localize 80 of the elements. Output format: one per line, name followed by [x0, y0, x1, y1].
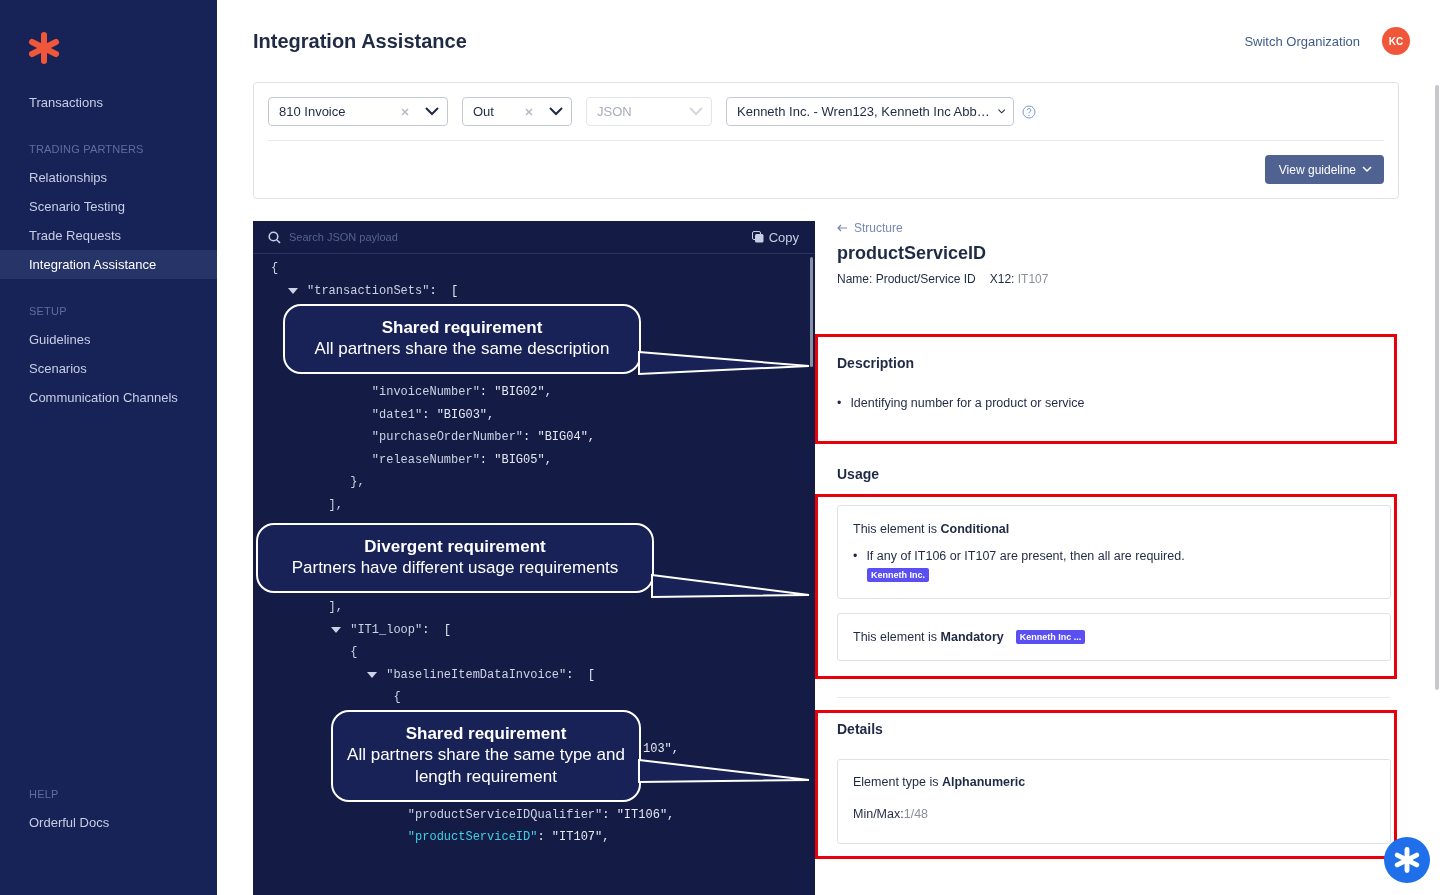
partner-tag: Kenneth Inc ...	[1015, 630, 1086, 644]
element-name: Name: Product/Service ID	[837, 272, 976, 286]
chevron-down-icon	[997, 107, 1005, 116]
copy-icon	[751, 231, 764, 243]
section-heading: HELP	[28, 788, 60, 800]
structure-link[interactable]: Structure	[837, 221, 1397, 235]
chevron-down-icon	[1362, 166, 1372, 173]
code-line: {	[392, 689, 402, 707]
nav-item[interactable]: Integration Assistance	[0, 250, 217, 279]
scrollbar[interactable]	[810, 257, 813, 367]
callout-text: All partners share the same description	[314, 338, 610, 360]
callout-title: Shared requirement	[405, 723, 567, 744]
section-heading: TRADING PARTNERS	[28, 143, 145, 155]
usage-statement: This element is Conditional	[853, 522, 1011, 536]
code-line: },	[349, 474, 366, 492]
element-title: productServiceID	[837, 243, 988, 264]
code-line: "transactionSets": [	[271, 279, 815, 302]
chevron-down-icon	[549, 107, 563, 116]
callout-title: Shared requirement	[381, 318, 543, 338]
page-title: Integration Assistance	[253, 29, 468, 53]
section-title: Details	[837, 721, 884, 737]
assistant-button[interactable]	[1384, 837, 1430, 883]
usage-rule: If any of IT106 or IT107 are present, then all are required.	[866, 548, 1185, 564]
code-line: "releaseNumber": "BIG05",	[370, 451, 553, 469]
code-line: ],	[327, 496, 344, 514]
chevron-down-icon	[689, 107, 703, 116]
callout-title: Divergent requirement	[364, 537, 546, 557]
usage-statement: This element is Mandatory	[853, 630, 1004, 644]
x12-value: IT107	[1017, 272, 1049, 286]
nav-item[interactable]: Guidelines	[0, 325, 217, 354]
caret-icon[interactable]	[288, 286, 298, 295]
bullet: •	[853, 548, 858, 564]
nav-item[interactable]: Communication Channels	[0, 383, 217, 412]
bullet: •	[837, 395, 842, 411]
view-guideline-button[interactable]: View guideline	[1264, 155, 1384, 184]
select-field[interactable]: Kenneth Inc. - Wren123, Kenneth Inc Abb…	[726, 97, 1014, 126]
switch-organization-link[interactable]: Switch Organization	[1244, 33, 1360, 49]
arrow-left-icon	[837, 224, 848, 232]
section-heading: SETUP	[28, 305, 68, 317]
scrollbar[interactable]	[1435, 85, 1439, 690]
nav-item[interactable]: Relationships	[0, 163, 217, 192]
callout-text: Partners have different usage requirements	[291, 557, 619, 579]
nav-item[interactable]: Trade Requests	[0, 221, 217, 250]
copy-button[interactable]: Copy	[745, 228, 805, 246]
minmax-label: Min/Max:	[853, 807, 904, 821]
code-line: {	[271, 260, 280, 278]
search-icon	[268, 230, 281, 244]
code-line: {	[349, 644, 359, 662]
search-field[interactable]: Search JSON payload	[287, 230, 740, 244]
select-field[interactable]: 810 Invoice	[268, 97, 448, 126]
nav-item[interactable]: Orderful Docs	[0, 808, 217, 837]
clear-icon[interactable]	[401, 107, 409, 116]
section-title: Description	[837, 355, 915, 371]
logo-icon	[28, 32, 60, 64]
code-line: "productServiceIDQualifier": "IT106",	[406, 806, 676, 824]
code-line: "productServiceID": "IT107",	[406, 829, 611, 847]
section-title: Usage	[837, 466, 881, 482]
clear-icon[interactable]	[525, 107, 533, 116]
chevron-down-icon	[425, 107, 439, 116]
code-line: "baselineItemDataInvoice": [	[271, 663, 815, 686]
logo-icon	[1394, 847, 1420, 873]
nav-item[interactable]: Transactions	[0, 88, 217, 117]
code-line: "IT1_loop": [	[271, 618, 815, 641]
code-line: "purchaseOrderNumber": "BIG04",	[370, 429, 597, 447]
partner-tag: Kenneth Inc.	[867, 568, 929, 582]
code-fragment: 103",	[643, 741, 679, 756]
caret-icon[interactable]	[367, 670, 378, 679]
nav-item[interactable]: Scenario Testing	[0, 192, 217, 221]
description-item: Identifying number for a product or service	[850, 395, 1085, 411]
x12-label: X12:	[989, 272, 1015, 286]
callout-text: All partners share the same type and length requirement	[346, 743, 626, 788]
select-field[interactable]: Out	[462, 97, 572, 126]
element-type: Element type is Alphanumeric	[853, 775, 1027, 789]
nav-item[interactable]: Scenarios	[0, 354, 217, 383]
caret-icon[interactable]	[331, 625, 342, 634]
code-line: ],	[327, 599, 344, 617]
help-icon[interactable]	[1022, 104, 1036, 119]
code-line: "invoiceNumber": "BIG02",	[370, 384, 553, 402]
code-line: "date1": "BIG03",	[370, 406, 496, 424]
minmax-value: 1/48	[903, 807, 929, 821]
